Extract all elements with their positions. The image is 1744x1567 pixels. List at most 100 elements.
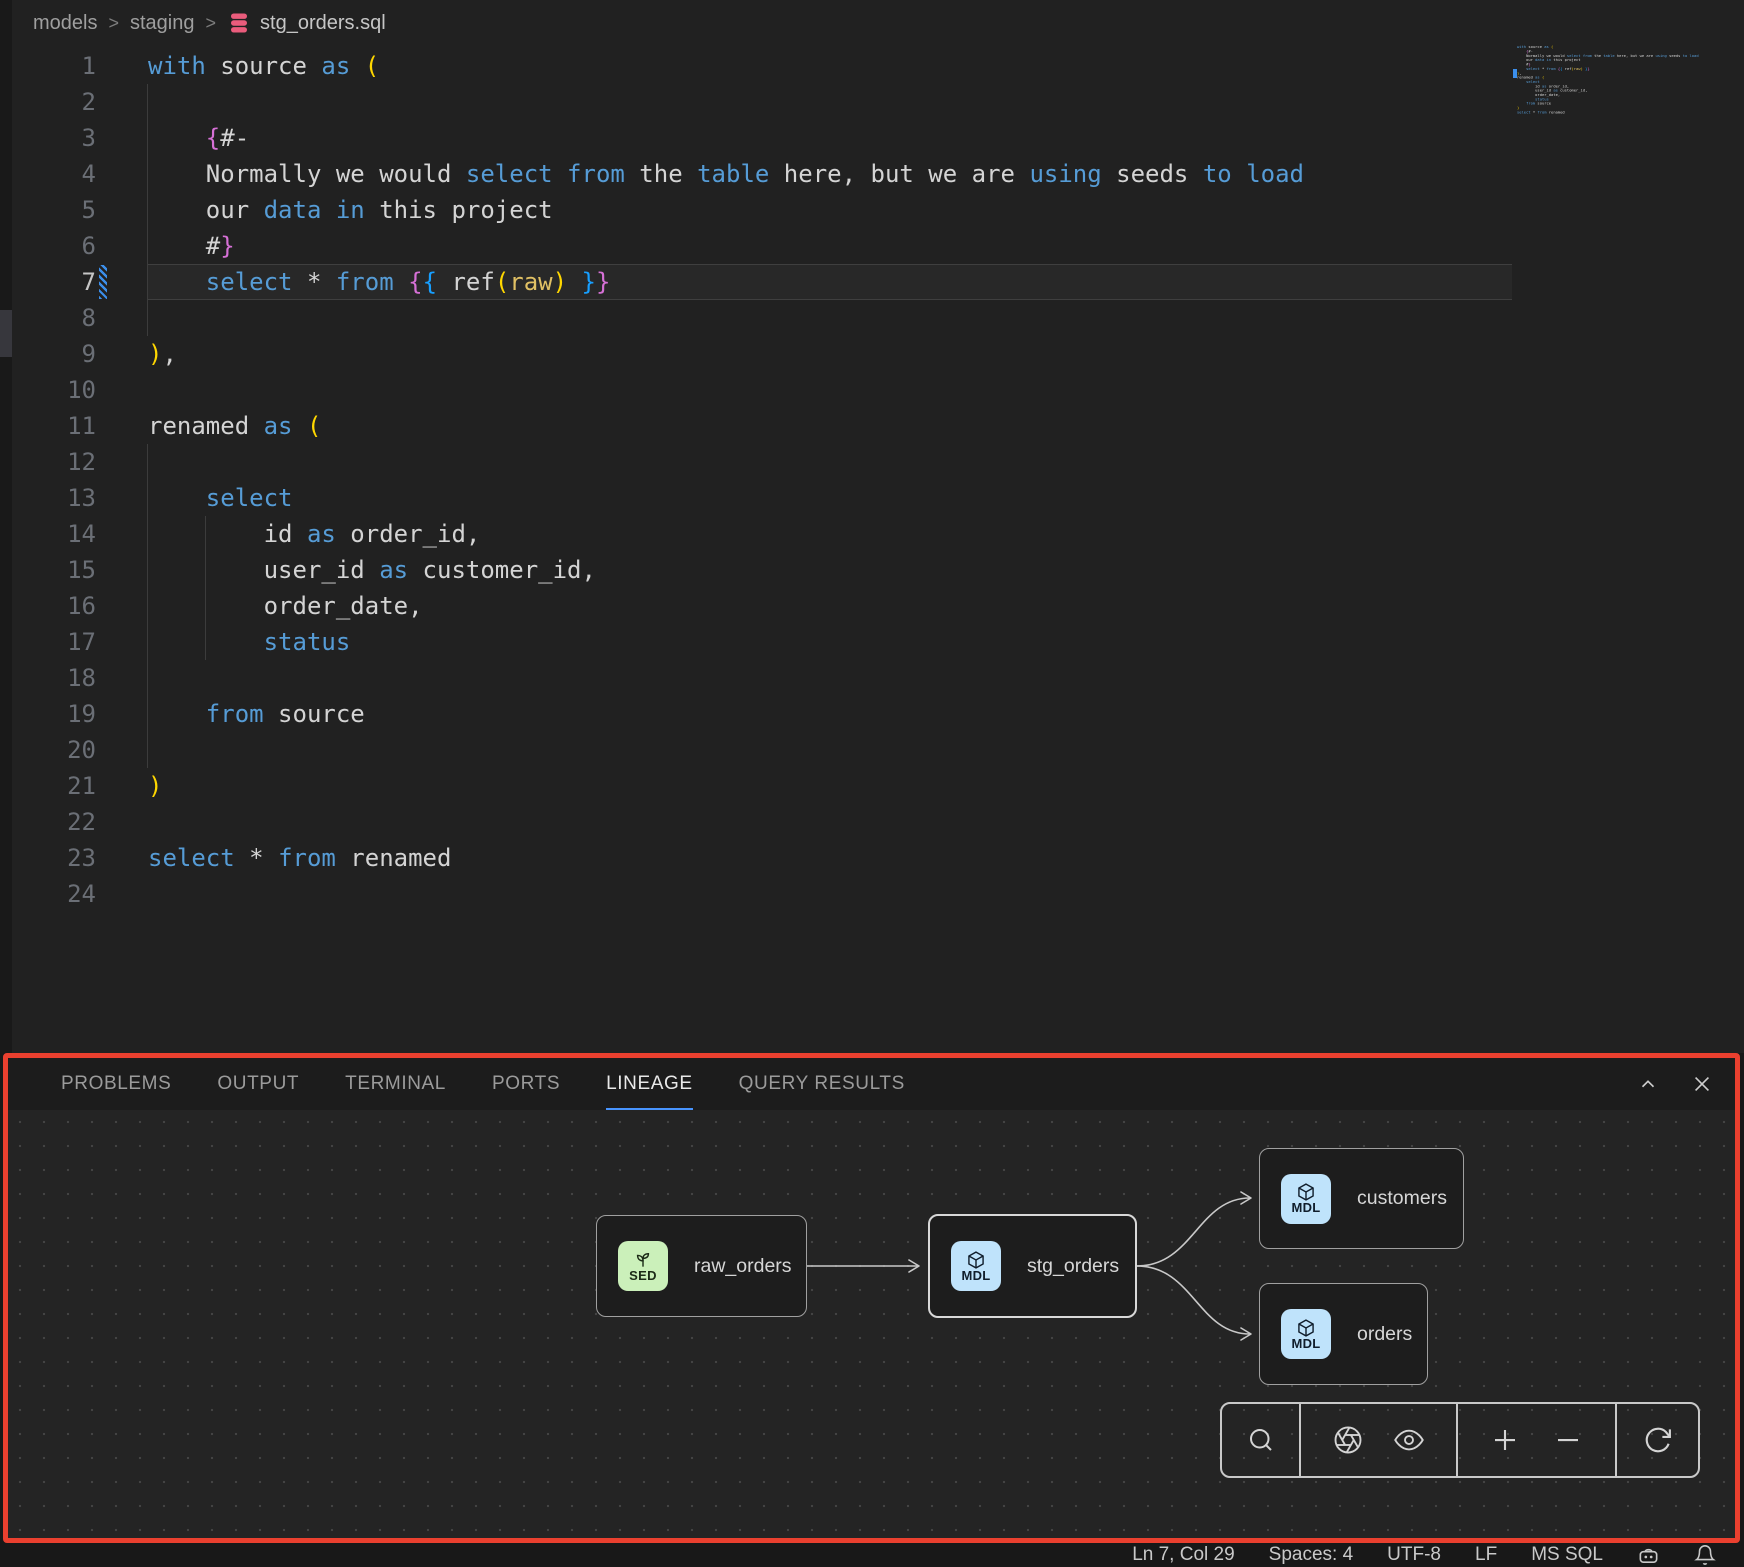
breadcrumb-item-staging[interactable]: staging — [130, 12, 195, 35]
line-number: 18 — [12, 660, 96, 696]
activity-strip-indicator[interactable] — [0, 310, 12, 357]
zoom-in-icon — [1490, 1425, 1520, 1455]
lineage-canvas[interactable]: SED raw_orders MDL stg_orders MDL — [8, 1110, 1735, 1538]
aperture-button[interactable] — [1333, 1425, 1363, 1455]
code-line[interactable]: 4 Normally we would select from the tabl… — [12, 156, 1744, 192]
line-number: 2 — [12, 84, 96, 120]
bottom-panel: PROBLEMSOUTPUTTERMINALPORTSLINEAGEQUERY … — [3, 1053, 1740, 1543]
code-text[interactable]: order_date, — [148, 588, 423, 624]
breadcrumb-separator: > — [206, 13, 217, 34]
indent-guide — [147, 444, 148, 768]
code-line[interactable]: 22 — [12, 804, 1744, 840]
code-text[interactable]: renamed as ( — [148, 408, 321, 444]
node-label: stg_orders — [1027, 1255, 1119, 1278]
code-text[interactable]: id as order_id, — [148, 516, 480, 552]
tab-query-results[interactable]: QUERY RESULTS — [716, 1058, 928, 1110]
lineage-node-customers[interactable]: MDL customers — [1259, 1148, 1464, 1249]
model-cube-icon — [1296, 1182, 1316, 1202]
code-line[interactable]: 17 status — [12, 624, 1744, 660]
code-line[interactable]: 8 — [12, 300, 1744, 336]
lineage-node-stg-orders[interactable]: MDL stg_orders — [928, 1214, 1137, 1318]
code-line[interactable]: 13 select — [12, 480, 1744, 516]
code-line[interactable]: 7 select * from {{ ref(raw) }} — [12, 264, 1744, 300]
code-text[interactable]: #} — [148, 228, 235, 264]
code-text[interactable]: select * from renamed — [148, 840, 451, 876]
search-button[interactable] — [1246, 1425, 1276, 1455]
code-text[interactable]: our data in this project — [148, 192, 553, 228]
code-line[interactable]: 19 from source — [12, 696, 1744, 732]
line-number: 5 — [12, 192, 96, 228]
eye-icon — [1394, 1425, 1424, 1455]
code-line[interactable]: 14 id as order_id, — [12, 516, 1744, 552]
tab-terminal[interactable]: TERMINAL — [322, 1058, 469, 1110]
breadcrumb: models > staging > stg_orders.sql — [33, 0, 386, 46]
tab-ports[interactable]: PORTS — [469, 1058, 583, 1110]
copilot-icon[interactable] — [1637, 1544, 1660, 1567]
zoom-in-button[interactable] — [1490, 1425, 1520, 1455]
code-line[interactable]: 24 — [12, 876, 1744, 912]
code-line[interactable]: 2 — [12, 84, 1744, 120]
visibility-button[interactable] — [1394, 1425, 1424, 1455]
code-line[interactable]: 20 — [12, 732, 1744, 768]
code-line[interactable]: 21) — [12, 768, 1744, 804]
code-line[interactable]: 23 select * from renamed — [12, 840, 1744, 876]
refresh-button[interactable] — [1643, 1425, 1673, 1455]
status-indentation[interactable]: Spaces: 4 — [1269, 1544, 1354, 1566]
minimap[interactable]: with source as ( {#- Normally we would s… — [1517, 45, 1744, 185]
line-number: 8 — [12, 300, 96, 336]
seed-badge: SED — [618, 1241, 668, 1291]
status-language-mode[interactable]: MS SQL — [1531, 1544, 1603, 1566]
line-number: 10 — [12, 372, 96, 408]
code-line[interactable]: 15 user_id as customer_id, — [12, 552, 1744, 588]
node-label: orders — [1357, 1323, 1412, 1346]
code-text[interactable]: select — [148, 480, 293, 516]
panel-tab-bar: PROBLEMSOUTPUTTERMINALPORTSLINEAGEQUERY … — [8, 1058, 1735, 1110]
badge-label: MDL — [961, 1268, 990, 1283]
line-number: 4 — [12, 156, 96, 192]
status-cursor-position[interactable]: Ln 7, Col 29 — [1132, 1544, 1234, 1566]
line-number: 23 — [12, 840, 96, 876]
code-text[interactable]: Normally we would select from the table … — [148, 156, 1304, 192]
close-icon[interactable] — [1691, 1073, 1713, 1095]
edge-stg-to-customers — [1137, 1198, 1250, 1266]
status-eol[interactable]: LF — [1475, 1544, 1497, 1566]
code-line[interactable]: 16 order_date, — [12, 588, 1744, 624]
code-line[interactable]: 10 — [12, 372, 1744, 408]
code-lines[interactable]: 1with source as (23 {#-4 Normally we wou… — [12, 48, 1744, 912]
code-text[interactable]: {#- — [148, 120, 249, 156]
tab-problems[interactable]: PROBLEMS — [38, 1058, 194, 1110]
lineage-node-orders[interactable]: MDL orders — [1259, 1283, 1428, 1385]
code-text[interactable]: from source — [148, 696, 365, 732]
code-text[interactable]: ), — [148, 336, 177, 372]
minimap-code: with source as ( {#- Normally we would s… — [1517, 45, 1584, 115]
code-text[interactable]: user_id as customer_id, — [148, 552, 596, 588]
status-bar: Ln 7, Col 29 Spaces: 4 UTF-8 LF MS SQL — [0, 1543, 1744, 1567]
breadcrumb-item-models[interactable]: models — [33, 12, 97, 35]
code-line[interactable]: 9), — [12, 336, 1744, 372]
code-line[interactable]: 3 {#- — [12, 120, 1744, 156]
code-line[interactable]: 1with source as ( — [12, 48, 1744, 84]
code-line[interactable]: 11 renamed as ( — [12, 408, 1744, 444]
code-text[interactable]: with source as ( — [148, 48, 379, 84]
code-line[interactable]: 5 our data in this project — [12, 192, 1744, 228]
search-icon — [1246, 1425, 1276, 1455]
lineage-node-raw-orders[interactable]: SED raw_orders — [596, 1215, 807, 1317]
tab-lineage[interactable]: LINEAGE — [583, 1058, 716, 1110]
zoom-out-button[interactable] — [1553, 1425, 1583, 1455]
breadcrumb-item-file[interactable]: stg_orders.sql — [227, 11, 386, 35]
status-encoding[interactable]: UTF-8 — [1387, 1544, 1441, 1566]
database-icon — [227, 11, 251, 35]
tab-output[interactable]: OUTPUT — [194, 1058, 322, 1110]
code-line[interactable]: 6 #} — [12, 228, 1744, 264]
code-text[interactable]: select * from {{ ref(raw) }} — [148, 264, 610, 300]
zoom-out-icon — [1553, 1425, 1583, 1455]
line-number: 9 — [12, 336, 96, 372]
code-text[interactable]: status — [148, 624, 350, 660]
chevron-up-icon[interactable] — [1637, 1073, 1659, 1095]
code-line[interactable]: 18 — [12, 660, 1744, 696]
code-line[interactable]: 12 — [12, 444, 1744, 480]
bell-icon[interactable] — [1694, 1544, 1716, 1566]
node-label: raw_orders — [694, 1255, 792, 1278]
code-text[interactable]: ) — [148, 768, 162, 804]
line-number: 11 — [12, 408, 96, 444]
